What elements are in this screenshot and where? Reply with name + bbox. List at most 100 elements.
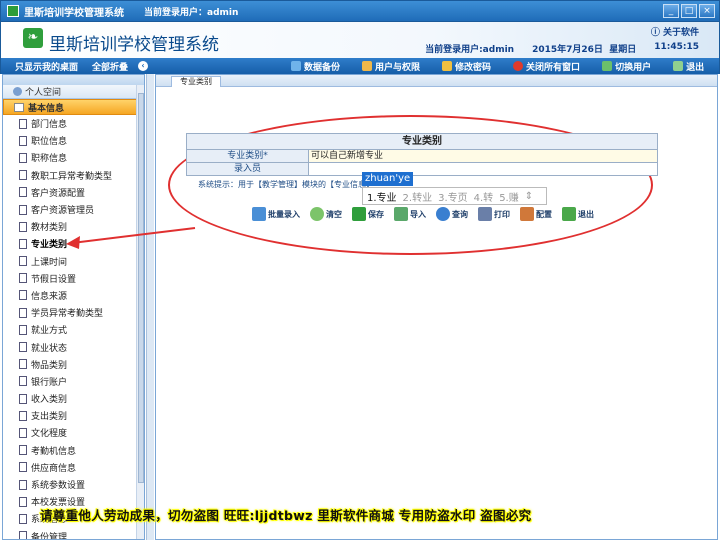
minimize-button[interactable]: _ xyxy=(663,4,679,18)
sidebar-item[interactable]: 专业类别 xyxy=(19,235,144,252)
maximize-button[interactable]: □ xyxy=(681,4,697,18)
print-button[interactable]: 打印 xyxy=(478,207,510,221)
import-button[interactable]: 导入 xyxy=(394,207,426,221)
sidebar-group-basic-info[interactable]: 基本信息 xyxy=(3,99,144,115)
query-button[interactable]: 查询 xyxy=(436,207,468,221)
window-controls: _ □ × xyxy=(663,4,715,18)
document-icon xyxy=(19,479,27,490)
users-icon xyxy=(362,61,373,71)
document-icon xyxy=(19,152,27,163)
sidebar-item[interactable]: 上课时间 xyxy=(19,253,144,270)
document-icon xyxy=(19,393,27,404)
header-time: 11:45:15 xyxy=(654,42,699,52)
switch-user-icon xyxy=(602,61,613,71)
sidebar-item[interactable]: 职称信息 xyxy=(19,149,144,166)
sidebar-item[interactable]: 收入类别 xyxy=(19,390,144,407)
import-icon xyxy=(394,207,408,221)
batch-entry-button[interactable]: 批量录入 xyxy=(252,207,300,221)
sidebar-item[interactable]: 信息来源 xyxy=(19,287,144,304)
sidebar-item[interactable]: 备份管理 xyxy=(19,528,144,539)
app-icon xyxy=(7,5,19,17)
scrollbar-thumb[interactable] xyxy=(138,93,144,483)
sidebar-item[interactable]: 供应商信息 xyxy=(19,459,144,476)
sidebar-item[interactable]: 客户资源管理员 xyxy=(19,201,144,218)
sidebar-item[interactable]: 职位信息 xyxy=(19,132,144,149)
clear-button[interactable]: 清空 xyxy=(310,207,342,221)
document-icon xyxy=(19,324,27,335)
sidebar-item[interactable]: 教职工异常考勤类型 xyxy=(19,167,144,184)
nav-switch-user[interactable]: 切换用户 xyxy=(602,60,651,73)
sidebar-item[interactable]: 学员异常考勤类型 xyxy=(19,304,144,321)
sidebar-item-label: 部门信息 xyxy=(31,120,68,131)
sidebar-item-label: 供应商信息 xyxy=(31,463,77,474)
nav-backup[interactable]: 数据备份 xyxy=(291,60,340,73)
clear-label: 清空 xyxy=(326,209,342,219)
panel-splitter[interactable] xyxy=(146,74,154,540)
document-icon xyxy=(19,410,27,421)
sidebar-item[interactable]: 部门信息 xyxy=(19,115,144,132)
sidebar-item[interactable]: 系统参数设置 xyxy=(19,476,144,493)
nav-exit[interactable]: 退出 xyxy=(673,60,704,73)
exit-label: 退出 xyxy=(578,209,594,219)
window-title: 里斯培训学校管理系统 xyxy=(24,7,124,19)
close-button[interactable]: × xyxy=(699,4,715,18)
document-icon xyxy=(19,273,27,284)
document-icon xyxy=(19,256,27,267)
header-current-user: 当前登录用户:admin xyxy=(425,45,515,55)
sidebar-item[interactable]: 客户资源配置 xyxy=(19,184,144,201)
database-icon xyxy=(291,61,301,71)
nav-users[interactable]: 用户与权限 xyxy=(362,60,420,73)
nav-close-all-label: 关闭所有窗口 xyxy=(526,62,581,73)
document-icon xyxy=(19,342,27,353)
collapse-icon[interactable]: ‹ xyxy=(138,61,149,71)
sidebar-item-label: 教材类别 xyxy=(31,223,68,234)
sidebar-item[interactable]: 文化程度 xyxy=(19,424,144,441)
nav-password[interactable]: 修改密码 xyxy=(442,60,491,73)
save-button[interactable]: 保存 xyxy=(352,207,384,221)
app-header: ❧ 里斯培训学校管理系统 ⓘ 关于软件 当前登录用户:admin 2015年7月… xyxy=(0,22,720,58)
ime-page-arrows-icon[interactable]: ⇕ xyxy=(525,191,533,202)
sidebar-item[interactable]: 教材类别 xyxy=(19,218,144,235)
major-input[interactable]: 可以自己新增专业 xyxy=(309,150,657,162)
sidebar-item[interactable]: 物品类别 xyxy=(19,356,144,373)
sidebar-scrollbar[interactable] xyxy=(136,85,144,539)
document-icon xyxy=(19,496,27,507)
config-button[interactable]: 配置 xyxy=(520,207,552,221)
save-label: 保存 xyxy=(368,209,384,219)
document-icon xyxy=(19,359,27,370)
sidebar-item-label: 文化程度 xyxy=(31,429,68,440)
sidebar-personal-space[interactable]: 个人空间 xyxy=(3,85,144,99)
person-icon xyxy=(13,87,22,96)
ime-candidate[interactable]: 2.转业 xyxy=(403,189,433,204)
nav-bar: 只显示我的桌面 全部折叠 ‹ 数据备份 用户与权限 修改密码 关闭所有窗口 切换… xyxy=(0,58,720,74)
sidebar-item[interactable]: 就业方式 xyxy=(19,321,144,338)
about-link[interactable]: ⓘ 关于软件 xyxy=(651,25,699,38)
collapse-all-link[interactable]: 全部折叠 xyxy=(92,60,128,73)
sidebar-item[interactable]: 就业状态 xyxy=(19,338,144,355)
sidebar-item[interactable]: 支出类别 xyxy=(19,407,144,424)
document-icon xyxy=(19,376,27,387)
ime-candidate[interactable]: 3.专页 xyxy=(438,189,468,204)
sidebar-list: 部门信息 职位信息 职称信息 教职工异常考勤类型 客户资源配置 客户资源管理员教材类别 专业… xyxy=(3,115,144,539)
sidebar-item-label: 就业方式 xyxy=(31,326,68,337)
document-icon xyxy=(19,118,27,129)
show-desktop-link[interactable]: 只显示我的桌面 xyxy=(15,60,78,73)
ime-candidate[interactable]: 1.专业 xyxy=(367,189,397,204)
date-text: 2015年7月26日 xyxy=(532,45,603,55)
nav-close-all[interactable]: 关闭所有窗口 xyxy=(513,60,580,73)
sidebar-item-label: 收入类别 xyxy=(31,395,68,406)
nav-switch-user-label: 切换用户 xyxy=(615,62,652,73)
folder-icon xyxy=(14,102,24,112)
exit-button[interactable]: 退出 xyxy=(562,207,594,221)
tab-bar: 专业类别 xyxy=(156,75,717,87)
sidebar-item[interactable]: 考勤机信息 xyxy=(19,442,144,459)
ime-popup: zhuan'ye 1.专业 2.转业 3.专页 4.转 5.赚 ⇕ xyxy=(362,172,547,205)
sidebar-item[interactable]: 节假日设置 xyxy=(19,270,144,287)
document-icon xyxy=(19,513,27,524)
ime-candidate[interactable]: 4.转 xyxy=(474,189,494,204)
form-title: 专业类别 xyxy=(186,133,658,150)
tab-major-category[interactable]: 专业类别 xyxy=(171,76,221,87)
ime-candidate[interactable]: 5.赚 xyxy=(499,189,519,204)
sidebar-item-label: 系统参数设置 xyxy=(31,481,86,492)
sidebar-item[interactable]: 银行账户 xyxy=(19,373,144,390)
